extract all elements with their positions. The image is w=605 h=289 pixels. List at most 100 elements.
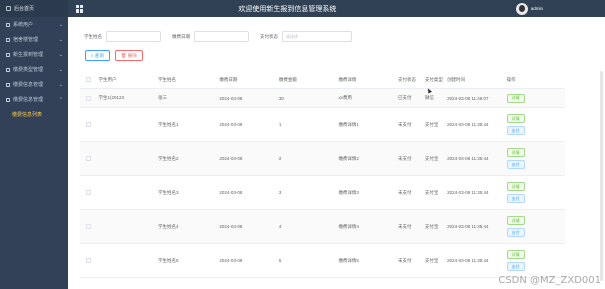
cell-date: 2024-03-08 (219, 258, 243, 263)
select-all-checkbox[interactable] (86, 77, 91, 82)
sidebar-item-label: 系统用户 (13, 22, 34, 28)
cell-user: 学生1(20123 (98, 95, 124, 100)
sidebar-item-label: 新生报到管理 (13, 52, 44, 58)
avatar (515, 2, 528, 15)
student-name-input[interactable] (106, 31, 161, 42)
table-header: 学生用户 学生姓名 缴费日期 缴费金额 缴费详情 支付状态 支付类型 创建时间 … (80, 71, 565, 89)
cell-amount: 2 (278, 156, 282, 161)
chevron-down-icon: ⌄ (58, 36, 63, 43)
cell-status: 未支付 (397, 223, 412, 229)
row-checkbox[interactable] (86, 95, 91, 101)
col-header: 缴费详情 (338, 76, 357, 82)
detail-button[interactable]: 详情 (506, 182, 525, 191)
sidebar-item-fee-list[interactable]: 缴费信息列表 (0, 107, 68, 122)
detail-button[interactable]: 详情 (506, 93, 525, 103)
document-icon (6, 37, 10, 42)
search-button[interactable]: ⌕ 查询 (85, 50, 110, 61)
col-header: 学生用户 (98, 76, 117, 82)
detail-button[interactable]: 详情 (506, 148, 525, 157)
sidebar-item-dorm[interactable]: 宿舍楼管理 ⌄ (0, 32, 68, 47)
cell-amount: 5 (278, 258, 282, 263)
document-icon (6, 67, 10, 72)
cell-date: 2024-03-08 (219, 156, 243, 161)
user-menu[interactable]: admin (515, 2, 543, 15)
cell-pay-type: 支付宝 (424, 155, 439, 161)
row-actions: 详情 支付 (504, 250, 565, 271)
cell-created: 2024-03-08 11:35:44 (447, 190, 489, 195)
table-row: 学生姓名4 2024-03-08 4 缴费详情4 未支付 支付宝 2024-03… (80, 210, 565, 244)
status-label: 支付状态 (260, 33, 278, 39)
brand-label: 后台首页 (14, 6, 35, 12)
pay-button[interactable]: 支付 (506, 228, 525, 237)
status-placeholder: 请选择 (286, 33, 298, 39)
pay-button[interactable]: 支付 (506, 126, 525, 135)
user-icon (6, 22, 10, 27)
chevron-down-icon: ⌄ (58, 21, 63, 28)
pay-date-input[interactable] (194, 31, 249, 42)
cell-amount: 30 (278, 95, 284, 101)
cell-pay-type: 支付宝 (424, 223, 439, 229)
home-link[interactable]: 后台首页 (0, 0, 68, 17)
cell-status: 未支付 (397, 121, 412, 127)
sidebar-item-fee-info-2[interactable]: 缴费信息管理 ⌃ (0, 92, 68, 107)
col-header: 缴费日期 (219, 76, 238, 82)
sidebar-item-fee-info[interactable]: 缴费信息管理 ⌄ (0, 77, 68, 92)
col-header: 支付类型 (424, 76, 443, 82)
row-checkbox[interactable] (86, 224, 91, 229)
cell-name: 张三 (157, 95, 167, 100)
cell-pay-type: 支付宝 (424, 257, 439, 263)
row-actions: 详情 (504, 93, 565, 103)
chevron-down-icon: ⌄ (58, 81, 63, 88)
scrollbar[interactable] (600, 71, 603, 281)
cell-amount: 3 (278, 190, 282, 195)
pay-button[interactable]: 支付 (506, 160, 525, 169)
sidebar: 系统用户 ⌄ 宿舍楼管理 ⌄ 新生报到管理 ⌄ 缴费类型管理 ⌄ 缴费信息管理 … (0, 17, 68, 289)
sidebar-item-users[interactable]: 系统用户 ⌄ (0, 17, 68, 32)
chevron-up-icon: ⌃ (58, 96, 63, 103)
pay-date-label: 缴费日期 (172, 33, 190, 39)
pay-button[interactable]: 支付 (506, 262, 525, 271)
col-header: 创建时间 (447, 76, 466, 82)
cell-status: 已支付 (397, 95, 412, 100)
col-header: 缴费金额 (278, 76, 297, 82)
cell-pay-type: 支付宝 (424, 189, 439, 195)
sidebar-item-label: 缴费信息管理 (13, 97, 44, 103)
col-header: 支付状态 (397, 76, 416, 82)
sidebar-item-label: 宿舍楼管理 (13, 37, 39, 43)
detail-button[interactable]: 详情 (506, 114, 525, 123)
menu-toggle-icon[interactable] (76, 4, 84, 13)
cell-created: 2024-03-08 11:46:07 (447, 95, 489, 101)
detail-button[interactable]: 详情 (506, 250, 525, 259)
row-checkbox[interactable] (86, 122, 91, 127)
watermark: CSDN @MZ_ZXD001 (498, 275, 601, 286)
row-checkbox[interactable] (86, 156, 91, 161)
cell-date: 2024-03-08 (219, 224, 243, 229)
detail-button[interactable]: 详情 (506, 216, 525, 225)
delete-button-label: 删除 (127, 52, 137, 58)
cell-detail: 缴费详情4 (338, 223, 359, 229)
cell-amount: 4 (278, 224, 282, 229)
top-bar: 后台首页 欢迎使用新生报到信息管理系统 admin (0, 0, 605, 17)
cell-status: 未支付 (397, 155, 412, 161)
status-select[interactable]: 请选择 (282, 31, 352, 42)
search-button-label: 查询 (94, 52, 104, 58)
cell-created: 2024-03-08 11:35:44 (447, 258, 489, 263)
cell-status: 未支付 (397, 257, 412, 263)
sidebar-item-register[interactable]: 新生报到管理 ⌄ (0, 47, 68, 62)
col-header: 操作 (506, 76, 516, 82)
document-icon (6, 97, 10, 102)
row-checkbox[interactable] (86, 190, 91, 195)
student-name-label: 学生姓名 (84, 33, 102, 39)
pay-button[interactable]: 支付 (506, 194, 525, 203)
action-bar: ⌕ 查询 🗑 删除 (85, 50, 148, 61)
row-actions: 详情 支付 (504, 182, 565, 203)
cell-detail: 缴费详情1 (338, 121, 359, 127)
delete-button[interactable]: 🗑 删除 (114, 50, 143, 61)
chevron-down-icon: ⌄ (58, 66, 63, 73)
cell-pay-type: 支付宝 (424, 121, 439, 127)
cell-name: 学生姓名4 (157, 223, 179, 229)
document-icon (6, 82, 10, 87)
row-checkbox[interactable] (86, 258, 91, 263)
sidebar-item-fee-type[interactable]: 缴费类型管理 ⌄ (0, 62, 68, 77)
cell-created: 2024-03-08 11:35:44 (447, 122, 489, 127)
